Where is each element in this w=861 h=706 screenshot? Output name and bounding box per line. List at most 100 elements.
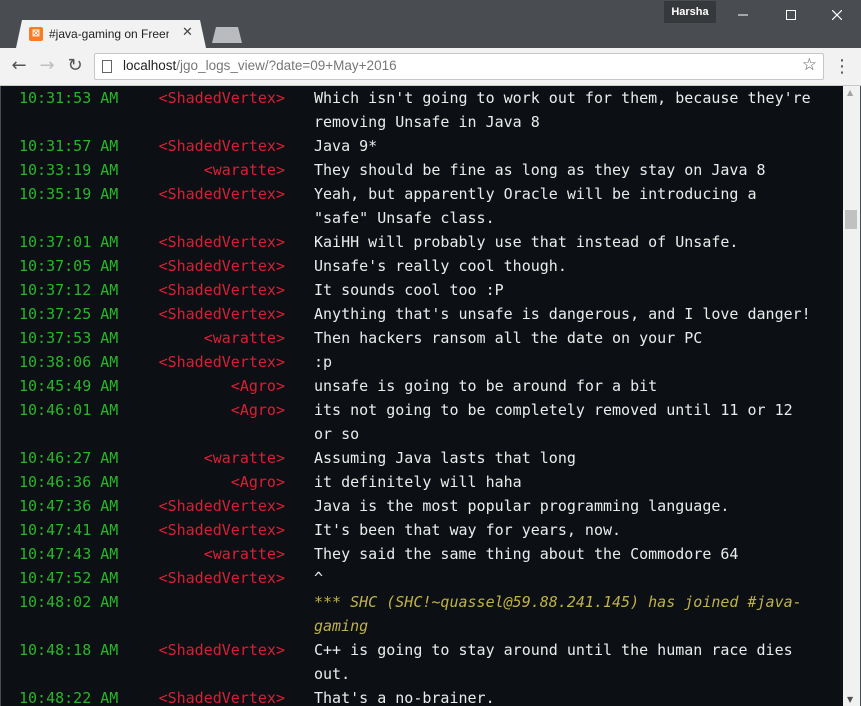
new-tab-button[interactable]	[212, 27, 242, 43]
log-row: 10:33:19 AM <waratte> They should be fine …	[1, 158, 843, 182]
log-timestamp: 10:48:22 AM	[19, 689, 119, 706]
log-message: it definitely will haha	[314, 473, 522, 491]
log-nick: <ShadedVertex>	[158, 521, 285, 539]
log-list: 10:31:53 AM <ShadedVertex> Which isn't goi…	[1, 86, 843, 706]
log-nick: <waratte>	[203, 161, 285, 179]
log-timestamp: 10:46:36 AM	[19, 473, 119, 491]
join-notice: *** SHC (SHC!~quassel@59.88.241.145) has…	[314, 593, 802, 635]
log-message: Assuming Java lasts that long	[314, 449, 576, 467]
log-row: 10:38:06 AM <ShadedVertex>:p	[1, 350, 843, 374]
log-message: Anything that's unsafe is dangerous, and…	[314, 305, 811, 323]
log-nick: <ShadedVertex>	[158, 353, 285, 371]
log-timestamp: 10:46:27 AM	[19, 449, 119, 467]
vertical-scrollbar[interactable]: ▲ ▼	[843, 86, 860, 706]
log-row: 10:48:02 AM *** SHC (SHC!~quassel@59.88.2…	[1, 590, 843, 638]
log-message: They said the same thing about the Commo…	[314, 545, 739, 563]
log-nick: <ShadedVertex>	[158, 569, 285, 587]
log-timestamp: 10:47:52 AM	[19, 569, 119, 587]
address-bar[interactable]: localhost/jgo_logs_view/?date=09+May+201…	[94, 53, 824, 80]
tab-java-gaming[interactable]: ⊠ #java-gaming on Freenode ✕	[16, 20, 206, 48]
log-row: 10:47:52 AM <ShadedVertex> ^	[1, 566, 843, 590]
log-timestamp: 10:31:57 AM	[19, 137, 119, 155]
log-nick: <Agro>	[230, 401, 285, 419]
log-timestamp: 10:37:01 AM	[19, 233, 119, 251]
log-message: Then hackers ransom all the date on your…	[314, 329, 703, 347]
log-nick: <ShadedVertex>	[158, 137, 285, 155]
log-row: 10:45:49 AM <Agro> unsafe is going to be a…	[1, 374, 843, 398]
log-nick: <ShadedVertex>	[158, 89, 285, 107]
close-window-button[interactable]	[814, 4, 860, 26]
minimize-icon	[738, 14, 748, 16]
log-timestamp: 10:35:19 AM	[19, 185, 119, 203]
xampp-favicon-icon: ⊠	[29, 27, 43, 41]
profile-button[interactable]: Harsha	[664, 1, 716, 23]
url-text[interactable]: localhost/jgo_logs_view/?date=09+May+201…	[123, 58, 397, 73]
maximize-button[interactable]	[768, 4, 814, 26]
log-row: 10:35:19 AM <ShadedVertex> Yeah, but appar…	[1, 182, 843, 230]
log-message: unsafe is going to be around for a bit	[314, 377, 658, 395]
log-nick: <ShadedVertex>	[158, 641, 285, 659]
log-message: It's been that way for years, now.	[314, 521, 622, 539]
close-icon	[831, 9, 843, 21]
log-timestamp: 10:46:01 AM	[19, 401, 119, 419]
title-bar: ⊠ #java-gaming on Freenode ✕ Harsha	[0, 0, 861, 48]
log-nick: <ShadedVertex>	[158, 305, 285, 323]
scrollbar-thumb[interactable]	[845, 210, 857, 229]
log-nick: <waratte>	[203, 329, 285, 347]
tab-title: #java-gaming on Freenode	[49, 27, 166, 41]
log-nick: <ShadedVertex>	[158, 689, 285, 706]
browser-toolbar: ← → ↻ localhost/jgo_logs_view/?date=09+M…	[0, 48, 861, 86]
log-message: That's a no-brainer.	[314, 689, 495, 706]
url-host: localhost	[123, 58, 177, 73]
log-timestamp: 10:31:53 AM	[19, 89, 119, 107]
log-nick: <ShadedVertex>	[158, 281, 285, 299]
log-row: 10:37:25 AM <ShadedVertex> Anything that's…	[1, 302, 843, 326]
log-row: 10:48:22 AM <ShadedVertex> That's a no-bra…	[1, 686, 843, 706]
log-timestamp: 10:48:18 AM	[19, 641, 119, 659]
log-nick: <ShadedVertex>	[158, 497, 285, 515]
log-nick: <waratte>	[203, 449, 285, 467]
log-message: Java 9*	[314, 137, 378, 155]
log-timestamp: 10:33:19 AM	[19, 161, 119, 179]
bookmark-star-icon[interactable]: ☆	[802, 55, 817, 75]
log-message: Which isn't going to work out for them, …	[314, 89, 820, 131]
log-timestamp: 10:37:25 AM	[19, 305, 119, 323]
log-row: 10:48:18 AM <ShadedVertex> C++ is going to…	[1, 638, 843, 686]
log-row: 10:31:57 AM <ShadedVertex> Java 9*	[1, 134, 843, 158]
log-timestamp: 10:48:02 AM	[19, 593, 119, 611]
log-row: 10:46:01 AM <Agro> its not going to be com…	[1, 398, 843, 446]
log-row: 10:47:41 AM <ShadedVertex> It's been that …	[1, 518, 843, 542]
log-message: It sounds cool too :P	[314, 281, 504, 299]
chat-log: 10:31:53 AM <ShadedVertex> Which isn't goi…	[1, 86, 843, 706]
log-nick: <ShadedVertex>	[158, 233, 285, 251]
scroll-down-arrow-icon[interactable]: ▼	[847, 695, 853, 704]
log-row: 10:37:01 AM <ShadedVertex> KaiHH will prob…	[1, 230, 843, 254]
log-timestamp: 10:45:49 AM	[19, 377, 119, 395]
log-row: 10:46:27 AM <waratte> Assuming Java lasts …	[1, 446, 843, 470]
log-message: ^	[314, 569, 324, 587]
maximize-icon	[786, 10, 796, 20]
scroll-up-arrow-icon[interactable]: ▲	[847, 88, 853, 97]
log-row: 10:31:53 AM <ShadedVertex> Which isn't goi…	[1, 86, 843, 134]
tab-close-icon[interactable]: ✕	[182, 25, 193, 40]
log-timestamp: 10:47:43 AM	[19, 545, 119, 563]
log-message: They should be fine as long as they stay…	[314, 161, 766, 179]
forward-arrow-icon[interactable]: →	[35, 55, 59, 79]
back-arrow-icon[interactable]: ←	[7, 55, 31, 79]
log-message: Unsafe's really cool though.	[314, 257, 567, 275]
reload-icon[interactable]: ↻	[63, 55, 87, 79]
log-row: 10:37:12 AM <ShadedVertex> It sounds cool …	[1, 278, 843, 302]
log-row: 10:46:36 AM <Agro> it definitely will haha	[1, 470, 843, 494]
minimize-button[interactable]	[720, 4, 766, 26]
log-message: :p	[314, 353, 333, 371]
page-info-icon[interactable]	[102, 60, 112, 73]
log-message: Java is the most popular programming lan…	[314, 497, 730, 515]
url-path: /jgo_logs_view/?date=09+May+2016	[176, 58, 397, 73]
log-nick: <Agro>	[230, 473, 285, 491]
log-timestamp: 10:47:41 AM	[19, 521, 119, 539]
log-timestamp: 10:37:05 AM	[19, 257, 119, 275]
log-row: 10:47:43 AM <waratte> They said the same t…	[1, 542, 843, 566]
menu-dots-icon[interactable]: ⋮	[832, 55, 852, 79]
log-row: 10:37:53 AM <waratte> Then hackers ransom …	[1, 326, 843, 350]
log-message: KaiHH will probably use that instead of …	[314, 233, 739, 251]
